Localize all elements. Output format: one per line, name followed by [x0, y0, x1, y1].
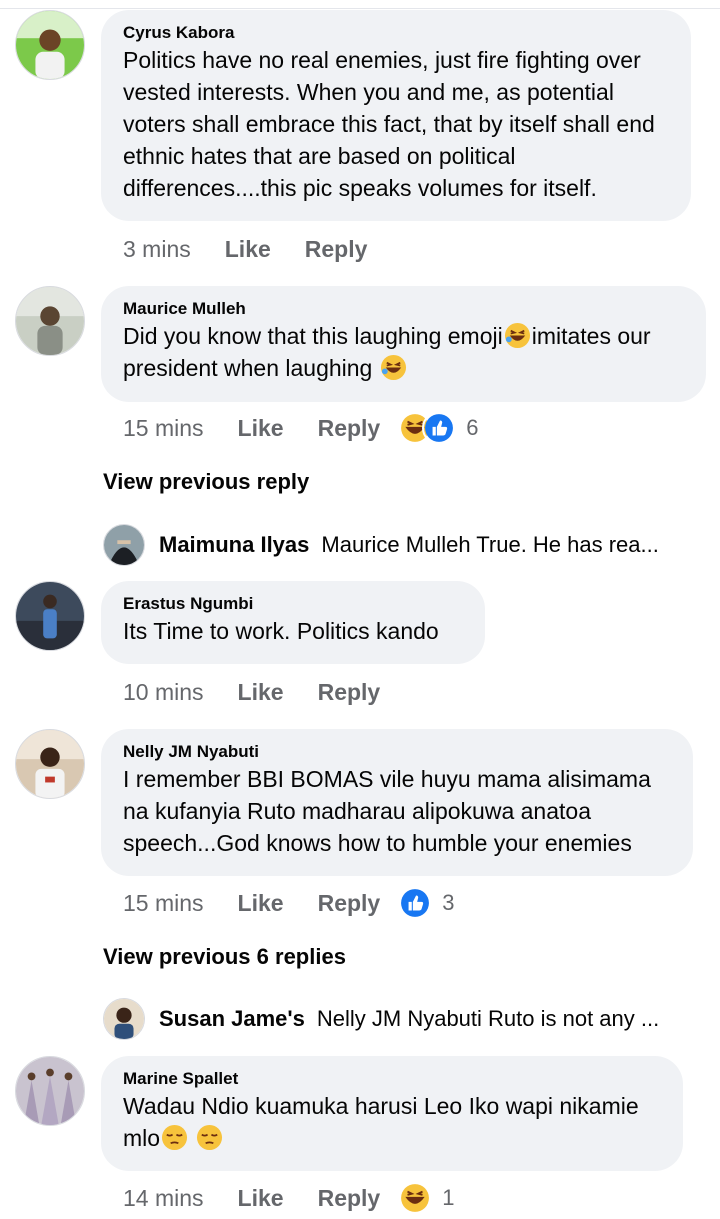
laughing-emoji-icon — [504, 322, 531, 349]
reply-author[interactable]: Susan Jame's — [159, 1006, 305, 1032]
top-divider — [0, 8, 720, 9]
comment-text: Politics have no real enemies, just fire… — [123, 47, 655, 201]
comment-actions: 14 mins Like Reply 1 — [123, 1181, 454, 1215]
like-reaction-icon — [398, 886, 433, 920]
reply-preview[interactable]: Susan Jame's Nelly JM Nyabuti Ruto is no… — [103, 996, 703, 1042]
comment-time[interactable]: 15 mins — [123, 415, 204, 442]
comment-text-part: Did you know that this laughing emoji — [123, 323, 503, 349]
comment-time[interactable]: 14 mins — [123, 1185, 204, 1212]
haha-reaction-icon — [398, 1181, 433, 1215]
reaction-summary[interactable]: 6 — [398, 411, 478, 445]
like-button[interactable]: Like — [238, 890, 284, 917]
reply-text: Maurice Mulleh True. He has rea... — [321, 532, 659, 557]
reply-button[interactable]: Reply — [318, 415, 381, 442]
avatar[interactable] — [15, 729, 85, 799]
like-button[interactable]: Like — [238, 1185, 284, 1212]
avatar[interactable] — [15, 1056, 85, 1126]
reply-author[interactable]: Maimuna Ilyas — [159, 532, 309, 558]
comment-actions: 10 mins Like Reply — [123, 675, 380, 709]
reply-button[interactable]: Reply — [318, 890, 381, 917]
comment-actions: 15 mins Like Reply 6 — [123, 411, 478, 445]
like-button[interactable]: Like — [238, 679, 284, 706]
reaction-count: 1 — [442, 1185, 455, 1210]
like-button[interactable]: Like — [238, 415, 284, 442]
like-reaction-icon — [422, 411, 457, 445]
avatar[interactable] — [15, 10, 85, 80]
comment-text: Did you know that this laughing emoji imi… — [123, 320, 684, 384]
comment-time[interactable]: 3 mins — [123, 236, 191, 263]
comment-author[interactable]: Marine Spallet — [123, 1068, 661, 1090]
avatar[interactable] — [15, 286, 85, 356]
like-button[interactable]: Like — [225, 236, 271, 263]
view-previous-replies-link[interactable]: View previous 6 replies — [103, 944, 346, 970]
comment-actions: 15 mins Like Reply 3 — [123, 886, 454, 920]
avatar[interactable] — [103, 998, 145, 1040]
comment-time[interactable]: 10 mins — [123, 679, 204, 706]
reaction-summary[interactable]: 1 — [398, 1181, 454, 1215]
view-previous-replies-link[interactable]: View previous reply — [103, 469, 309, 495]
comment-text: I remember BBI BOMAS vile huyu mama alis… — [123, 766, 651, 856]
comment-author[interactable]: Maurice Mulleh — [123, 298, 684, 320]
comment-bubble: Erastus Ngumbi Its Time to work. Politic… — [101, 581, 485, 664]
avatar[interactable] — [15, 581, 85, 651]
comment-author[interactable]: Erastus Ngumbi — [123, 593, 463, 615]
reaction-count: 6 — [466, 415, 479, 440]
comment-actions: 3 mins Like Reply — [123, 232, 367, 266]
avatar[interactable] — [103, 524, 145, 566]
reaction-summary[interactable]: 3 — [398, 886, 454, 920]
reaction-count: 3 — [442, 890, 455, 915]
comment-author[interactable]: Cyrus Kabora — [123, 22, 669, 44]
pensive-face-emoji-icon — [161, 1124, 188, 1151]
comment-time[interactable]: 15 mins — [123, 890, 204, 917]
pensive-face-emoji-icon — [196, 1124, 223, 1151]
reply-button[interactable]: Reply — [318, 1185, 381, 1212]
comment-bubble: Nelly JM Nyabuti I remember BBI BOMAS vi… — [101, 729, 693, 876]
reply-text: Nelly JM Nyabuti Ruto is not any ... — [316, 1006, 660, 1031]
comment-bubble: Cyrus Kabora Politics have no real enemi… — [101, 10, 691, 221]
comment-bubble: Maurice Mulleh Did you know that this la… — [101, 286, 706, 402]
comment-bubble: Marine Spallet Wadau Ndio kuamuka harusi… — [101, 1056, 683, 1171]
reply-button[interactable]: Reply — [305, 236, 368, 263]
reply-preview[interactable]: Maimuna Ilyas Maurice Mulleh True. He ha… — [103, 522, 703, 568]
comment-author[interactable]: Nelly JM Nyabuti — [123, 741, 671, 763]
laughing-emoji-icon — [380, 354, 407, 381]
comment-text: Its Time to work. Politics kando — [123, 618, 439, 644]
reply-button[interactable]: Reply — [318, 679, 381, 706]
comment-text: Wadau Ndio kuamuka harusi Leo Iko wapi n… — [123, 1090, 661, 1154]
